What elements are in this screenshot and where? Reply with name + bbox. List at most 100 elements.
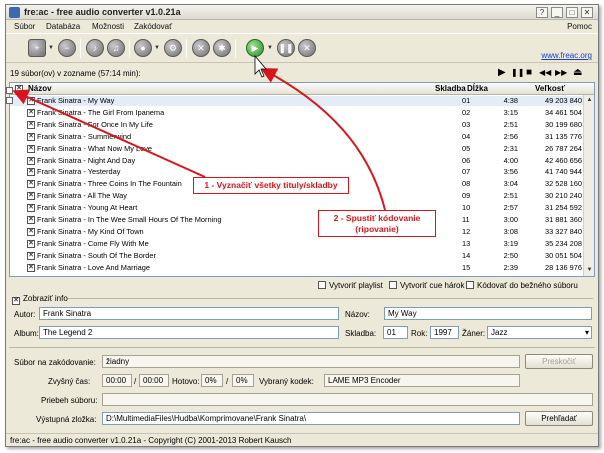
menu-database[interactable]: Databáza xyxy=(46,22,80,31)
table-row[interactable]: ✕ Frank Sinatra - Young At Heart 10 2:57 31 … xyxy=(10,203,594,213)
help-window-button[interactable]: ? xyxy=(536,7,548,18)
stop-playback-icon[interactable]: ■ xyxy=(526,67,532,78)
year-field[interactable]: 1997 xyxy=(430,326,459,339)
row-checkbox[interactable]: ✕ xyxy=(27,156,35,165)
artist-field[interactable]: Frank Sinatra xyxy=(39,307,339,320)
row-checkbox[interactable]: ✕ xyxy=(27,239,35,248)
pause-playback-icon[interactable]: ❚❚ xyxy=(511,67,524,78)
column-name[interactable]: Názov xyxy=(28,84,52,93)
cell-name: Frank Sinatra - South Of The Border xyxy=(37,250,156,260)
add-dropdown-icon[interactable]: ▼ xyxy=(48,45,54,51)
column-track[interactable]: Skladba xyxy=(435,84,466,93)
row-checkbox[interactable]: ✕ xyxy=(27,192,35,201)
settings-icon[interactable]: ⚙ xyxy=(164,39,182,57)
pause-icon[interactable]: ❚❚ xyxy=(277,39,295,57)
table-row[interactable]: ✕ Frank Sinatra - My Kind Of Town 12 3:08 33… xyxy=(10,226,594,237)
table-row[interactable]: ✕ Frank Sinatra - South Of The Border 14 2:… xyxy=(10,250,594,261)
cell-length: 2:51 xyxy=(503,191,518,201)
table-row[interactable]: ✕ Frank Sinatra - Summerwind 04 2:56 31 135 … xyxy=(10,132,594,142)
minimize-button[interactable]: _ xyxy=(551,7,563,18)
encode-single-file-option[interactable]: Kódovať do bežného súboru xyxy=(466,281,578,290)
annotation-step-2: 2 - Spustiť kódovanie (ripovanie) xyxy=(318,210,436,237)
column-size[interactable]: Veľkosť xyxy=(535,84,565,93)
track-number-field[interactable]: 01 xyxy=(383,326,408,339)
encoder-dropdown-icon[interactable]: ▼ xyxy=(267,45,273,51)
collapse-icon[interactable]: ✕ xyxy=(12,297,20,305)
create-cuesheet-option[interactable]: Vytvoriť cue hárok xyxy=(389,281,465,290)
show-info-toggle[interactable]: ✕ Zobraziť info xyxy=(12,294,68,305)
table-row[interactable]: ✕ Frank Sinatra - In The Wee Small Hours … xyxy=(10,215,594,225)
menu-file[interactable]: Súbor xyxy=(14,22,35,31)
table-row[interactable]: ✕ Frank Sinatra - Come Fly With Me 13 3:19 3… xyxy=(10,238,594,249)
menu-encode[interactable]: Zakódovať xyxy=(134,22,172,31)
title-field[interactable]: My Way xyxy=(384,307,592,320)
cell-size: 31 254 592 xyxy=(545,203,582,213)
option-label: Vytvoriť playlist xyxy=(329,281,383,290)
row-checkbox[interactable]: ✕ xyxy=(27,108,35,117)
menu-help[interactable]: Pomoc xyxy=(567,22,592,31)
track-list-scrollbar[interactable]: ▲ ▼ xyxy=(583,95,594,276)
cd-drive-icon[interactable]: ● xyxy=(134,39,152,57)
play-icon[interactable]: ▶ xyxy=(498,67,506,78)
row-checkbox[interactable]: ✕ xyxy=(27,120,35,129)
table-row[interactable]: ✕ Frank Sinatra - Night And Day 06 4:00 42 4… xyxy=(10,156,594,166)
config-icon[interactable]: ✱ xyxy=(213,39,231,57)
table-row[interactable]: ✕ Frank Sinatra - Yesterday 07 3:56 41 740 9… xyxy=(10,167,594,177)
scroll-up-icon[interactable]: ▲ xyxy=(585,96,594,105)
skip-button[interactable]: Preskočiť xyxy=(525,354,593,369)
show-info-label: Zobraziť info xyxy=(23,294,68,303)
scroll-down-icon[interactable]: ▼ xyxy=(585,266,594,275)
tools-icon[interactable]: ✕ xyxy=(192,39,210,57)
close-window-button[interactable]: ✕ xyxy=(581,7,593,18)
row-checkbox[interactable]: ✕ xyxy=(27,227,35,236)
browse-button[interactable]: Prehľadať xyxy=(525,411,593,426)
menu-options[interactable]: Možnosti xyxy=(92,22,124,31)
output-folder-field[interactable]: D:\MultimediaFiles\Hudba\Komprimovane\Fr… xyxy=(102,412,520,425)
joblist-select-checkbox[interactable] xyxy=(6,97,13,104)
genre-select[interactable]: Jazz xyxy=(487,326,592,339)
cddb-submit-icon[interactable]: ♫ xyxy=(107,39,125,57)
table-row[interactable]: ✕ Frank Sinatra - My Way 01 4:38 49 203 840 xyxy=(10,96,594,106)
row-checkbox[interactable]: ✕ xyxy=(27,168,35,177)
column-length[interactable]: Dĺžka xyxy=(467,84,488,93)
row-checkbox[interactable]: ✕ xyxy=(27,204,35,213)
create-playlist-option[interactable]: Vytvoriť playlist xyxy=(318,281,383,290)
row-checkbox[interactable]: ✕ xyxy=(27,180,35,189)
select-all-checkbox[interactable]: ✕ xyxy=(15,85,23,93)
website-link[interactable]: www.freac.org xyxy=(541,51,592,60)
checkbox[interactable] xyxy=(318,281,326,289)
remove-icon[interactable]: − xyxy=(58,39,76,57)
annotation-step-2-subtext: (ripovanie) xyxy=(355,224,399,234)
cell-name: Frank Sinatra - Come Fly With Me xyxy=(37,238,149,248)
stop-icon[interactable]: ✕ xyxy=(298,39,316,57)
cell-name: Frank Sinatra - What Now My Love xyxy=(37,143,153,153)
checkbox[interactable] xyxy=(389,281,397,289)
maximize-button[interactable]: □ xyxy=(566,7,578,18)
toolbar-separator xyxy=(129,39,130,58)
table-row[interactable]: ✕ Frank Sinatra - For Once In My Life 03 2:… xyxy=(10,120,594,130)
next-track-icon[interactable]: ▶▶ xyxy=(555,67,567,78)
row-checkbox[interactable]: ✕ xyxy=(27,216,35,224)
table-row[interactable]: ✕ Frank Sinatra - What Now My Love 05 2:31 2… xyxy=(10,143,594,154)
eject-icon[interactable]: ⏏ xyxy=(573,67,582,78)
add-file-icon[interactable]: + xyxy=(28,39,46,57)
encoder-field: LAME MP3 Encoder xyxy=(324,374,520,387)
row-checkbox[interactable]: ✕ xyxy=(27,144,35,153)
table-row[interactable]: ✕ Frank Sinatra - The Girl From Ipanema 02… xyxy=(10,108,594,118)
cell-length: 3:56 xyxy=(503,167,518,177)
cell-size: 33 327 840 xyxy=(545,226,582,236)
cell-track: 14 xyxy=(462,250,471,260)
row-checkbox[interactable]: ✕ xyxy=(27,251,35,260)
row-checkbox[interactable]: ✕ xyxy=(27,97,35,105)
start-encoding-icon[interactable]: ▶ xyxy=(246,39,264,57)
row-checkbox[interactable]: ✕ xyxy=(27,263,35,272)
album-field[interactable]: The Legend 2 xyxy=(39,326,339,339)
cddb-query-icon[interactable]: ♪ xyxy=(86,39,104,57)
toolbar-separator xyxy=(235,39,236,58)
table-row[interactable]: ✕ Frank Sinatra - Love And Marriage 15 2:39… xyxy=(10,263,594,273)
joblist-select-checkbox[interactable] xyxy=(6,87,13,94)
row-checkbox[interactable]: ✕ xyxy=(27,132,35,141)
drive-dropdown-icon[interactable]: ▼ xyxy=(154,45,160,51)
previous-track-icon[interactable]: ◀◀ xyxy=(539,67,551,78)
checkbox[interactable] xyxy=(466,281,474,289)
